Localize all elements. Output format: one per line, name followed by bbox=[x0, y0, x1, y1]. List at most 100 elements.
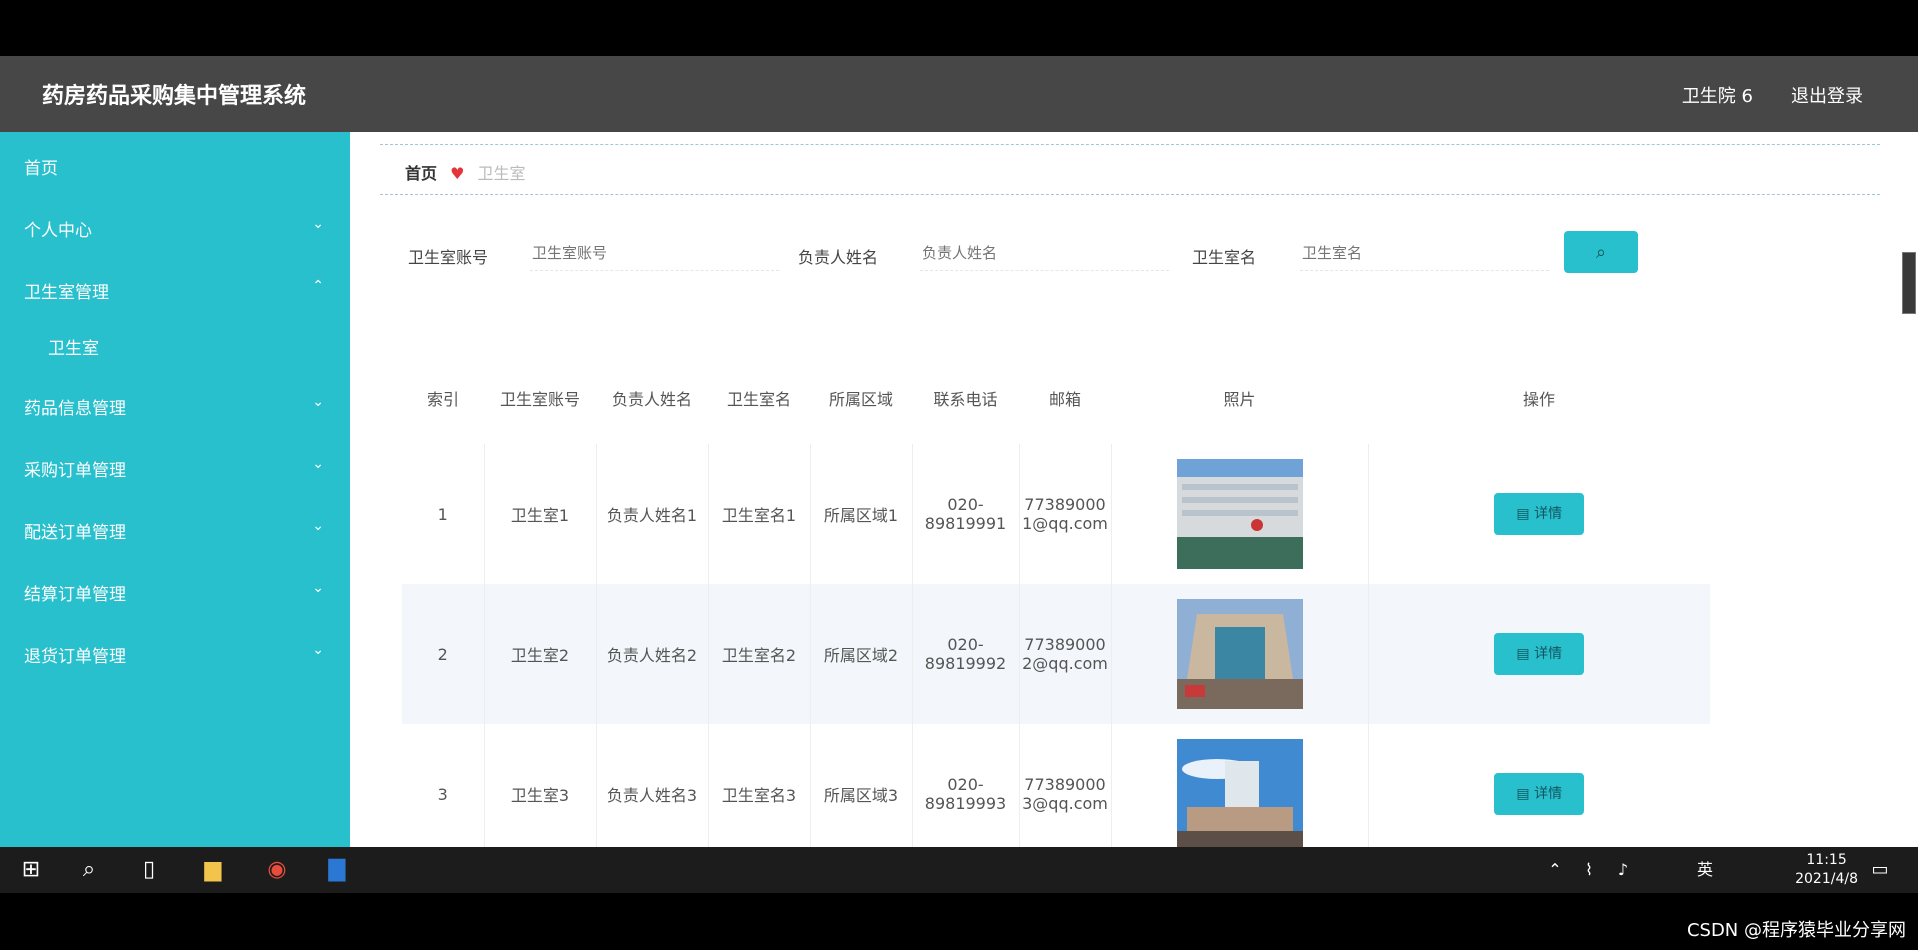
col-phone[interactable]: 联系电话 bbox=[912, 352, 1019, 444]
detail-label: 详情 bbox=[1534, 646, 1563, 662]
person-label: 负责人姓名 bbox=[798, 248, 879, 267]
word-icon[interactable]: ▇ bbox=[322, 855, 352, 885]
network-icon[interactable]: ⌇ bbox=[1574, 855, 1604, 885]
detail-label: 详情 bbox=[1534, 786, 1563, 802]
search-icon: ⌕ bbox=[1595, 241, 1607, 262]
chrome-icon[interactable]: ◉ bbox=[262, 855, 292, 885]
sidebar-item-delivery-orders[interactable]: 配送订单管理 bbox=[24, 518, 126, 543]
cell-person: 负责人姓名2 bbox=[596, 584, 709, 724]
system-clock[interactable]: 11:15 2021/4/8 bbox=[1795, 851, 1858, 889]
col-account[interactable]: 卫生室账号 bbox=[484, 352, 596, 444]
detail-button[interactable]: ▤ 详情 bbox=[1494, 493, 1585, 535]
cell-phone: 020-89819993 bbox=[912, 724, 1020, 847]
breadcrumb-home[interactable]: 首页 bbox=[405, 164, 437, 183]
col-area[interactable]: 所属区域 bbox=[810, 352, 912, 444]
watermark: CSDN @程序猿毕业分享网 bbox=[1686, 920, 1906, 941]
cell-photo bbox=[1111, 444, 1369, 584]
task-view-icon[interactable]: ▯ bbox=[134, 855, 164, 885]
cell-index: 3 bbox=[402, 724, 485, 847]
cell-action: ▤ 详情 bbox=[1368, 584, 1710, 724]
current-user: 卫生院 6 bbox=[1681, 86, 1753, 107]
sidebar-item-clinic-management[interactable]: 卫生室管理 bbox=[24, 278, 109, 303]
chevron-down-icon: ⌄ bbox=[312, 642, 324, 658]
search-button[interactable]: ⌕ bbox=[1564, 231, 1638, 273]
cell-name: 卫生室名3 bbox=[708, 724, 811, 847]
col-person[interactable]: 负责人姓名 bbox=[596, 352, 708, 444]
cell-area: 所属区域2 bbox=[810, 584, 913, 724]
document-icon: ▤ bbox=[1516, 786, 1535, 802]
clinic-name-search-input[interactable] bbox=[1300, 236, 1549, 271]
col-email[interactable]: 邮箱 bbox=[1019, 352, 1111, 444]
chevron-down-icon: ⌄ bbox=[312, 456, 324, 472]
cell-name: 卫生室名2 bbox=[708, 584, 811, 724]
table-row: 2 卫生室2 负责人姓名2 卫生室名2 所属区域2 020-89819992 7… bbox=[402, 584, 1710, 724]
speaker-icon[interactable]: ♪ bbox=[1608, 855, 1638, 885]
logout-link[interactable]: 退出登录 bbox=[1791, 82, 1863, 108]
clock-date: 2021/4/8 bbox=[1795, 871, 1858, 887]
cell-action: ▤ 详情 bbox=[1368, 444, 1710, 584]
sidebar-item-personal-center[interactable]: 个人中心 bbox=[24, 216, 92, 241]
chevron-up-icon[interactable]: ⌃ bbox=[1540, 855, 1570, 885]
chevron-down-icon: ⌄ bbox=[312, 580, 324, 596]
detail-button[interactable]: ▤ 详情 bbox=[1494, 773, 1585, 815]
divider bbox=[380, 144, 1880, 145]
col-action: 操作 bbox=[1522, 390, 1555, 409]
clinic-photo[interactable] bbox=[1176, 459, 1303, 569]
heart-icon: ♥ bbox=[450, 164, 465, 183]
cell-email: 773890003@qq.com bbox=[1019, 724, 1112, 847]
chevron-down-icon: ⌄ bbox=[312, 394, 324, 410]
sidebar-item-home[interactable]: 首页 bbox=[24, 154, 58, 179]
document-icon: ▤ bbox=[1516, 646, 1535, 662]
person-search-input[interactable] bbox=[920, 236, 1169, 271]
cell-area: 所属区域1 bbox=[810, 444, 913, 584]
cell-account: 卫生室3 bbox=[484, 724, 597, 847]
clinic-photo[interactable] bbox=[1176, 599, 1303, 709]
cell-area: 所属区域3 bbox=[810, 724, 913, 847]
clinic-photo[interactable] bbox=[1176, 739, 1303, 847]
divider bbox=[380, 194, 1880, 195]
chevron-down-icon: ⌄ bbox=[312, 216, 324, 232]
cell-email: 773890002@qq.com bbox=[1019, 584, 1112, 724]
cell-photo bbox=[1111, 584, 1369, 724]
cell-account: 卫生室1 bbox=[484, 444, 597, 584]
account-search-input[interactable] bbox=[530, 236, 779, 271]
file-explorer-icon[interactable]: ▆ bbox=[198, 855, 228, 885]
cell-photo bbox=[1111, 724, 1369, 847]
clock-time: 11:15 bbox=[1806, 852, 1847, 868]
chevron-up-icon: ⌃ bbox=[312, 278, 324, 294]
sidebar-item-purchase-orders[interactable]: 采购订单管理 bbox=[24, 456, 126, 481]
cell-index: 2 bbox=[402, 584, 485, 724]
app-title: 药房药品采购集中管理系统 bbox=[42, 84, 307, 109]
clinic-table: 索引 卫生室账号 负责人姓名 卫生室名 所属区域 联系电话 邮箱 照片 操作 1… bbox=[402, 352, 1710, 847]
page-scrollbar[interactable] bbox=[1902, 252, 1916, 314]
document-icon: ▤ bbox=[1516, 506, 1535, 522]
sidebar-item-drug-info[interactable]: 药品信息管理 bbox=[24, 394, 126, 419]
detail-label: 详情 bbox=[1534, 506, 1563, 522]
input-method-indicator[interactable]: 英 bbox=[1690, 855, 1720, 885]
search-icon[interactable]: ⌕ bbox=[74, 855, 104, 885]
cell-person: 负责人姓名3 bbox=[596, 724, 709, 847]
cell-phone: 020-89819991 bbox=[912, 444, 1020, 584]
table-row: 3 卫生室3 负责人姓名3 卫生室名3 所属区域3 020-89819993 7… bbox=[402, 724, 1710, 847]
sidebar-item-return-orders[interactable]: 退货订单管理 bbox=[24, 642, 126, 667]
breadcrumb-current: 卫生室 bbox=[477, 164, 526, 183]
windows-taskbar: ⊞ ⌕ ▯ ▆ ◉ ▇ ⌃ ⌇ ♪ 英 11:15 2021/4/8 ▭ bbox=[0, 847, 1918, 893]
account-label: 卫生室账号 bbox=[408, 248, 489, 267]
windows-start-icon[interactable]: ⊞ bbox=[16, 855, 46, 885]
main-content: 首页 ♥ 卫生室 卫生室账号 负责人姓名 卫生室名 ⌕ 索引 卫生室账号 负责人… bbox=[350, 132, 1918, 847]
sidebar-item-clinic[interactable]: 卫生室 bbox=[48, 334, 99, 359]
cell-index: 1 bbox=[402, 444, 485, 584]
chevron-down-icon: ⌄ bbox=[312, 518, 324, 534]
sidebar-item-settlement-orders[interactable]: 结算订单管理 bbox=[24, 580, 126, 605]
col-name[interactable]: 卫生室名 bbox=[708, 352, 810, 444]
cell-name: 卫生室名1 bbox=[708, 444, 811, 584]
col-index[interactable]: 索引 bbox=[402, 352, 484, 444]
table-header-row: 索引 卫生室账号 负责人姓名 卫生室名 所属区域 联系电话 邮箱 照片 操作 bbox=[402, 352, 1710, 444]
notification-icon[interactable]: ▭ bbox=[1865, 855, 1895, 885]
col-photo[interactable]: 照片 bbox=[1111, 352, 1368, 444]
clinic-name-label: 卫生室名 bbox=[1192, 248, 1257, 267]
detail-button[interactable]: ▤ 详情 bbox=[1494, 633, 1585, 675]
cell-action: ▤ 详情 bbox=[1368, 724, 1710, 847]
cell-phone: 020-89819992 bbox=[912, 584, 1020, 724]
table-row: 1 卫生室1 负责人姓名1 卫生室名1 所属区域1 020-89819991 7… bbox=[402, 444, 1710, 584]
